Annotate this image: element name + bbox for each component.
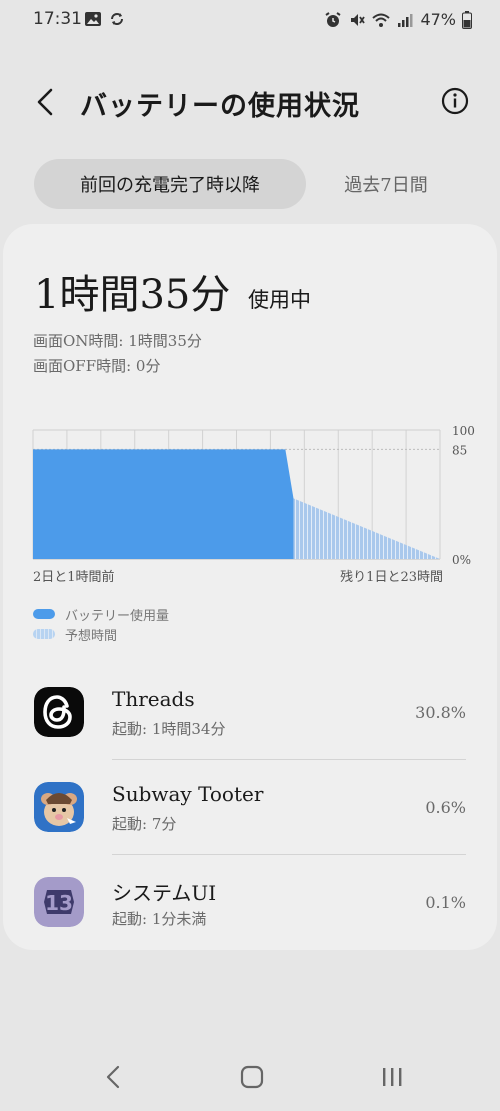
back-arrow-icon <box>37 88 53 116</box>
legend-item-forecast: 予想時間 <box>33 624 169 644</box>
back-button[interactable] <box>30 84 60 120</box>
chart-legend: バッテリー使用量 予想時間 <box>33 604 169 644</box>
header: バッテリーの使用状況 <box>0 70 500 134</box>
status-time: 17:31 <box>33 9 82 29</box>
nav-home-icon <box>240 1065 264 1089</box>
legend-label-forecast: 予想時間 <box>65 628 118 644</box>
chart-y-tick-label: 85 <box>452 443 467 457</box>
app-runtime: 起動: 1時間34分 <box>112 720 226 738</box>
nav-home-button[interactable] <box>232 1060 272 1094</box>
chart-usage-area <box>33 449 294 559</box>
legend-swatch-forecast <box>33 629 55 639</box>
subway-tooter-icon <box>34 782 84 832</box>
app-runtime: 起動: 7分 <box>112 815 177 833</box>
app-name: システムUI <box>112 881 217 905</box>
system-ui-icon: 13 <box>34 877 84 927</box>
app-name: Subway Tooter <box>112 782 264 806</box>
period-tabs: 前回の充電完了時以降 過去7日間 <box>34 159 474 211</box>
list-item-subway-tooter[interactable]: Subway Tooter 起動: 7分 0.6% <box>0 760 500 855</box>
chart-forecast-area <box>293 498 440 559</box>
signal-icon <box>398 13 413 27</box>
chart-y-tick-label: 0% <box>452 553 471 567</box>
mute-icon <box>351 13 366 26</box>
status-bar: 17:31 47% <box>0 0 500 40</box>
usage-suffix: 使用中 <box>248 288 311 312</box>
navigation-bar <box>0 1050 500 1105</box>
nav-recents-icon <box>383 1068 402 1086</box>
app-percent: 30.8% <box>415 703 466 722</box>
alarm-icon <box>325 11 341 27</box>
app-percent: 0.6% <box>425 798 466 817</box>
usage-total: 1時間35分 <box>34 272 231 318</box>
battery-percent: 47% <box>420 10 456 29</box>
info-icon[interactable] <box>440 86 470 116</box>
legend-item-usage: バッテリー使用量 <box>33 604 169 624</box>
battery-icon <box>462 10 472 29</box>
gallery-icon <box>85 12 101 26</box>
chart-x-start-label: 2日と1時間前 <box>33 569 115 585</box>
list-item-system-ui[interactable]: 13 システムUI 起動: 1分未満 0.1% <box>0 855 500 950</box>
battery-chart: 100 85 0% 2日と1時間前 残り1日と23時間 <box>32 424 475 585</box>
app-runtime: 起動: 1分未満 <box>112 910 207 928</box>
screen-on-time: 画面ON時間: 1時間35分 <box>33 332 202 350</box>
list-item-threads[interactable]: Threads 起動: 1時間34分 30.8% <box>0 665 500 760</box>
legend-label-usage: バッテリー使用量 <box>65 608 170 624</box>
app-name: Threads <box>112 687 195 711</box>
app-percent: 0.1% <box>425 893 466 912</box>
page-title: バッテリーの使用状況 <box>80 91 360 122</box>
legend-swatch-usage <box>33 609 55 619</box>
sync-icon <box>111 13 123 25</box>
nav-recents-button[interactable] <box>372 1060 412 1094</box>
svg-text:13: 13 <box>45 891 73 915</box>
tab-since-last-charge[interactable]: 前回の充電完了時以降 <box>34 159 306 209</box>
chart-y-tick-label: 100 <box>452 424 475 438</box>
tab-last-7-days[interactable]: 過去7日間 <box>316 159 456 209</box>
nav-back-icon <box>106 1065 120 1089</box>
threads-icon <box>34 687 84 737</box>
nav-back-button[interactable] <box>93 1060 133 1094</box>
wifi-icon <box>372 13 391 27</box>
screen-off-time: 画面OFF時間: 0分 <box>33 357 161 375</box>
chart-x-end-label: 残り1日と23時間 <box>340 570 443 585</box>
